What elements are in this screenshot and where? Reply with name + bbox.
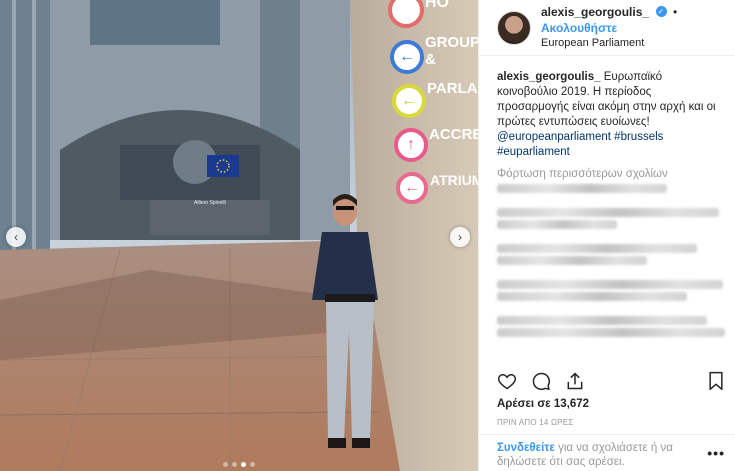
comment-icon[interactable] <box>531 371 551 391</box>
follow-button[interactable]: Ακολουθήστε <box>541 21 617 35</box>
login-prompt: Συνδεθείτε για να σχολιάσετε ή να δηλώσε… <box>479 434 735 469</box>
location-link[interactable]: European Parliament <box>541 36 725 51</box>
post-caption: alexis_georgoulis_ Ευρωπαϊκό κοινοβούλιο… <box>479 56 735 160</box>
carousel-dot-active <box>241 462 246 467</box>
prev-arrow-icon[interactable]: ‹ <box>6 227 26 247</box>
post-header: alexis_georgoulis_ ✓ • Ακολουθήστε Europ… <box>479 0 735 56</box>
instagram-post: HO ← GROUP & ← PARLAME ↑ ACCRED ← ATRIUM… <box>0 0 735 471</box>
blurred-comment <box>497 280 723 289</box>
sign-text-2: GROUP & <box>425 34 478 68</box>
blurred-comment <box>497 220 617 229</box>
blurred-comment <box>497 208 719 217</box>
hashtag-link-brussels[interactable]: #brussels <box>614 131 663 143</box>
sign-text-4: ACCRED <box>429 126 478 143</box>
hashtag-link-euparliament[interactable]: #euparliament <box>497 146 570 158</box>
post-sidebar: alexis_georgoulis_ ✓ • Ακολουθήστε Europ… <box>478 0 735 471</box>
login-link[interactable]: Συνδεθείτε <box>497 442 555 454</box>
header-username[interactable]: alexis_georgoulis_ <box>541 5 649 19</box>
blurred-comment <box>497 244 697 253</box>
blurred-comment <box>497 256 647 265</box>
sign-arrow-icon-2: ← <box>390 40 424 74</box>
carousel-dot <box>250 462 255 467</box>
sign-text-3: PARLAME <box>427 80 478 97</box>
blurred-comment <box>497 316 707 325</box>
sign-text-5: ATRIUM <box>430 172 478 188</box>
share-icon[interactable] <box>565 371 585 391</box>
avatar[interactable] <box>497 10 531 45</box>
more-options-icon[interactable]: ••• <box>707 445 725 461</box>
sign-text-1: HO <box>425 0 449 11</box>
post-timestamp[interactable]: ΠΡΙΝ ΑΠΟ 14 ΩΡΕΣ <box>497 418 573 427</box>
load-more-comments[interactable]: Φόρτωση περισσότερων σχολίων <box>479 160 735 180</box>
carousel-dots <box>0 462 478 467</box>
heart-icon[interactable] <box>497 371 517 391</box>
header-separator: • <box>672 5 678 19</box>
sign-arrow-icon-4: ↑ <box>394 128 428 162</box>
post-actions <box>497 370 725 392</box>
blurred-comment <box>497 328 725 337</box>
blurred-comment <box>497 184 667 193</box>
verified-badge-icon: ✓ <box>655 6 667 18</box>
blurred-comments <box>497 184 725 340</box>
header-text: alexis_georgoulis_ ✓ • Ακολουθήστε Europ… <box>541 4 725 51</box>
mention-link[interactable]: @europeanparliament <box>497 131 611 143</box>
likes-count[interactable]: Αρέσει σε 13,672 <box>497 398 589 410</box>
next-arrow-icon[interactable]: › <box>450 227 470 247</box>
sign-arrow-icon-5: ← <box>396 172 428 204</box>
caption-username[interactable]: alexis_georgoulis_ <box>497 71 601 83</box>
carousel-dot <box>223 462 228 467</box>
carousel-dot <box>232 462 237 467</box>
blurred-comment <box>497 292 687 301</box>
post-photo[interactable]: HO ← GROUP & ← PARLAME ↑ ACCRED ← ATRIUM… <box>0 0 478 471</box>
bookmark-icon[interactable] <box>707 371 725 391</box>
building-sign: Altiero Spinelli <box>194 200 226 206</box>
sign-arrow-icon-3: ← <box>392 84 426 118</box>
